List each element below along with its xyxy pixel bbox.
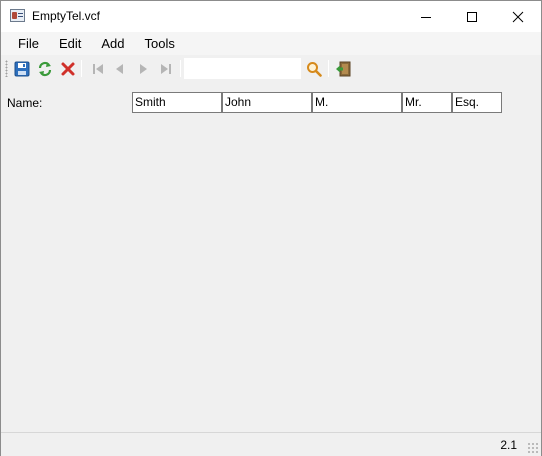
first-record-icon xyxy=(92,63,103,74)
maximize-icon xyxy=(467,11,477,22)
given-name-field[interactable]: John xyxy=(222,92,312,113)
app-window: EmptyTel.vcf File Edit Add Tools Name: S… xyxy=(0,0,542,456)
first-record-button[interactable] xyxy=(87,58,108,79)
last-record-button[interactable] xyxy=(155,58,176,79)
prefix-field[interactable]: Mr. xyxy=(402,92,452,113)
contact-card-icon xyxy=(10,9,25,22)
exit-button[interactable] xyxy=(332,58,353,79)
middle-name-field[interactable]: M. xyxy=(312,92,402,113)
refresh-icon xyxy=(38,61,51,76)
exit-icon xyxy=(335,61,350,76)
save-icon xyxy=(14,61,29,76)
minimize-icon xyxy=(421,16,431,18)
window-title: EmptyTel.vcf xyxy=(32,9,101,23)
toolbar-grip[interactable] xyxy=(5,60,8,77)
previous-record-icon xyxy=(115,63,123,74)
menu-bar: File Edit Add Tools xyxy=(1,32,541,55)
resize-grip[interactable] xyxy=(527,442,539,454)
menu-add[interactable]: Add xyxy=(91,33,134,54)
toolbar-separator xyxy=(180,60,181,77)
menu-file[interactable]: File xyxy=(8,33,49,54)
refresh-button[interactable] xyxy=(34,58,55,79)
suffix-field[interactable]: Esq. xyxy=(452,92,502,113)
menu-tools[interactable]: Tools xyxy=(135,33,185,54)
family-name-field[interactable]: Smith xyxy=(132,92,222,113)
delete-button[interactable] xyxy=(57,58,78,79)
next-record-icon xyxy=(139,63,147,74)
maximize-button[interactable] xyxy=(449,1,495,32)
previous-record-button[interactable] xyxy=(109,58,130,79)
search-icon xyxy=(306,61,322,77)
menu-edit[interactable]: Edit xyxy=(49,33,91,54)
status-bar: 2.1 xyxy=(1,432,541,456)
close-icon xyxy=(512,11,524,22)
minimize-button[interactable] xyxy=(403,1,449,32)
toolbar-separator xyxy=(328,60,329,77)
name-label: Name: xyxy=(7,96,43,110)
version-label: 2.1 xyxy=(500,438,517,452)
title-bar[interactable]: EmptyTel.vcf xyxy=(1,1,541,32)
delete-icon xyxy=(61,62,74,75)
last-record-icon xyxy=(160,63,171,74)
next-record-button[interactable] xyxy=(132,58,153,79)
close-button[interactable] xyxy=(495,1,541,32)
search-button[interactable] xyxy=(303,58,324,79)
search-input[interactable] xyxy=(184,58,301,79)
toolbar-separator xyxy=(81,60,82,77)
save-button[interactable] xyxy=(11,58,32,79)
